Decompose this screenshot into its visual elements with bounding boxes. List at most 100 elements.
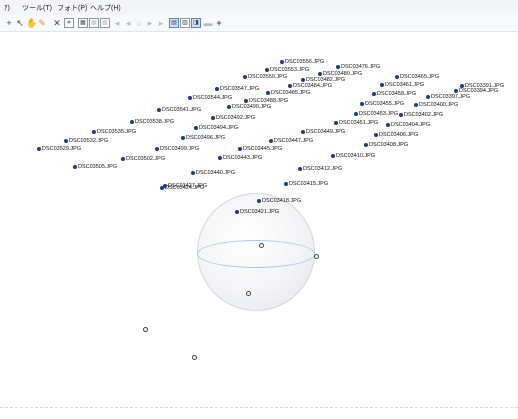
menu-bar: ｱ) ツール(T) フォト(P) ヘルプ(H) bbox=[0, 0, 518, 15]
crosshair-plus-icon[interactable]: + bbox=[214, 18, 224, 28]
view-mode-1-icon[interactable]: ▤ bbox=[169, 18, 179, 28]
view-mode-2-icon[interactable]: ▥ bbox=[180, 18, 190, 28]
photo-marker[interactable]: DSC03397.JPG bbox=[426, 94, 470, 100]
tie-point[interactable] bbox=[143, 327, 148, 332]
photo-marker[interactable]: DSC03451.JPG bbox=[334, 120, 378, 126]
camera-point-icon bbox=[37, 146, 41, 151]
photo-marker[interactable]: DSC03535.JPG bbox=[92, 129, 136, 135]
photo-marker[interactable]: DSC03538.JPG bbox=[130, 119, 174, 125]
3d-viewport[interactable]: DSC03529.JPG DSC03532.JPG DSC03535.JPG D… bbox=[0, 32, 518, 406]
plus-icon[interactable]: + bbox=[4, 18, 14, 28]
photo-marker[interactable]: DSC03400.JPG bbox=[414, 102, 458, 108]
photo-marker[interactable]: DSC03480.JPG bbox=[318, 71, 362, 77]
camera-point-icon bbox=[364, 142, 368, 147]
photo-marker[interactable]: DSC03408.JPG bbox=[364, 142, 408, 148]
photo-marker[interactable]: DSC03443.JPG bbox=[218, 155, 262, 161]
menu-help[interactable]: ヘルプ(H) bbox=[90, 5, 121, 13]
photo-marker[interactable]: DSC03391.JPG bbox=[460, 83, 504, 89]
photo-marker[interactable]: DSC03418.JPG bbox=[257, 198, 301, 204]
select-arrow-icon[interactable]: ↖ bbox=[15, 18, 25, 28]
crop-icon[interactable]: ⌗ bbox=[64, 18, 74, 28]
photo-marker[interactable]: DSC03488.JPG bbox=[244, 98, 288, 104]
photo-marker[interactable]: DSC03476.JPG bbox=[336, 64, 380, 70]
pencil-icon[interactable]: ✎ bbox=[37, 18, 47, 28]
camera-point-icon bbox=[380, 82, 384, 87]
grid-view-icon[interactable]: ▦ bbox=[78, 18, 88, 28]
camera-point-icon bbox=[288, 83, 292, 88]
photo-marker[interactable]: DSC03440.JPG bbox=[191, 170, 235, 176]
photo-marker[interactable]: DSC03427.JPG bbox=[163, 183, 207, 189]
camera-point-icon bbox=[360, 101, 364, 106]
photo-marker[interactable]: DSC03499.JPG bbox=[155, 146, 199, 152]
photo-marker[interactable]: DSC03412.JPG bbox=[298, 166, 342, 172]
tie-point[interactable] bbox=[314, 254, 319, 259]
photo-marker[interactable]: DSC03541.JPG bbox=[157, 107, 201, 113]
camera-point-icon bbox=[257, 198, 261, 203]
photo-marker[interactable]: DSC03550.JPG bbox=[243, 74, 287, 80]
camera-point-icon bbox=[188, 95, 192, 100]
camera-point-icon bbox=[331, 153, 335, 158]
forward-icon[interactable]: ▸ bbox=[145, 18, 155, 28]
photo-marker[interactable]: DSC03553.JPG bbox=[265, 67, 309, 73]
photo-marker[interactable]: DSC03458.JPG bbox=[372, 91, 416, 97]
photo-marker[interactable]: DSC03445.JPG bbox=[238, 146, 282, 152]
photo-marker[interactable]: DSC03421.JPG bbox=[235, 209, 279, 215]
photo-marker[interactable]: DSC03455.JPG bbox=[360, 101, 404, 107]
camera-point-icon bbox=[92, 129, 96, 134]
grid-view-2-icon[interactable]: ▦ bbox=[89, 18, 99, 28]
camera-point-icon bbox=[243, 74, 247, 79]
photo-marker[interactable]: DSC03406.JPG bbox=[374, 132, 418, 138]
circle-icon[interactable]: ○ bbox=[134, 18, 144, 28]
tie-point[interactable] bbox=[259, 243, 264, 248]
photo-marker[interactable]: DSC03485.JPG bbox=[266, 90, 310, 96]
photo-marker[interactable]: DSC03415.JPG bbox=[284, 181, 328, 187]
camera-point-icon bbox=[395, 74, 399, 79]
camera-point-icon bbox=[181, 135, 185, 140]
camera-point-icon bbox=[318, 71, 322, 76]
next-icon[interactable]: ▸ bbox=[156, 18, 166, 28]
menu-tools[interactable]: ツール(T) bbox=[22, 5, 52, 13]
photo-marker[interactable]: DSC03465.JPG bbox=[395, 74, 439, 80]
photo-marker[interactable]: DSC03461.JPG bbox=[380, 82, 424, 88]
photo-marker[interactable]: DSC03490.JPG bbox=[227, 104, 271, 110]
photo-marker[interactable]: DSC03556.JPG bbox=[280, 59, 324, 65]
photo-marker[interactable]: DSC03453.JPG bbox=[354, 111, 398, 117]
photo-marker[interactable]: DSC03502.JPG bbox=[121, 156, 165, 162]
photo-marker[interactable]: DSC03547.JPG bbox=[215, 86, 259, 92]
view-mode-3-icon[interactable]: ◨ bbox=[191, 18, 201, 28]
photo-marker[interactable]: DSC03532.JPG bbox=[64, 138, 108, 144]
photo-marker[interactable]: DSC03484.JPG bbox=[288, 83, 332, 89]
photo-marker[interactable]: DSC03544.JPG bbox=[188, 95, 232, 101]
camera-point-icon bbox=[426, 94, 430, 99]
photo-marker[interactable]: DSC03404.JPG bbox=[386, 122, 430, 128]
camera-point-icon bbox=[460, 83, 464, 88]
photo-marker[interactable]: DSC03449.JPG bbox=[301, 129, 345, 135]
pan-hand-icon[interactable]: ✋ bbox=[26, 18, 37, 28]
photo-marker[interactable]: DSC03529.JPG bbox=[37, 146, 81, 152]
grid-view-3-icon[interactable]: ▦ bbox=[100, 18, 110, 28]
photo-marker[interactable]: DSC03492.JPG bbox=[211, 115, 255, 121]
camera-point-icon bbox=[372, 91, 376, 96]
photo-marker[interactable]: DSC03482.JPG bbox=[301, 77, 345, 83]
menu-photo[interactable]: フォト(P) bbox=[57, 5, 87, 13]
back-icon[interactable]: ◂ bbox=[123, 18, 133, 28]
photo-marker[interactable]: DSC03496.JPG bbox=[181, 135, 225, 141]
photo-marker[interactable]: DSC03410.JPG bbox=[331, 153, 375, 159]
photo-marker[interactable]: DSC03505.JPG bbox=[73, 164, 117, 170]
menu-file[interactable]: ｱ) bbox=[4, 5, 10, 13]
minus-icon[interactable]: ▬ bbox=[203, 18, 213, 28]
tie-point[interactable] bbox=[246, 291, 251, 296]
photo-marker[interactable]: DSC03494.JPG bbox=[194, 125, 238, 131]
camera-point-icon bbox=[336, 64, 340, 69]
camera-point-icon bbox=[280, 59, 284, 64]
photo-marker[interactable]: DSC03447.JPG bbox=[269, 138, 313, 144]
delete-x-icon[interactable]: ✕ bbox=[52, 18, 62, 28]
camera-point-icon bbox=[244, 98, 248, 103]
status-divider bbox=[0, 407, 518, 410]
photo-marker[interactable]: DSC03402.JPG bbox=[399, 112, 443, 118]
camera-point-icon bbox=[121, 156, 125, 161]
camera-point-icon bbox=[227, 104, 231, 109]
prev-icon[interactable]: ◂ bbox=[112, 18, 122, 28]
camera-point-icon bbox=[163, 183, 167, 188]
tie-point[interactable] bbox=[192, 355, 197, 360]
